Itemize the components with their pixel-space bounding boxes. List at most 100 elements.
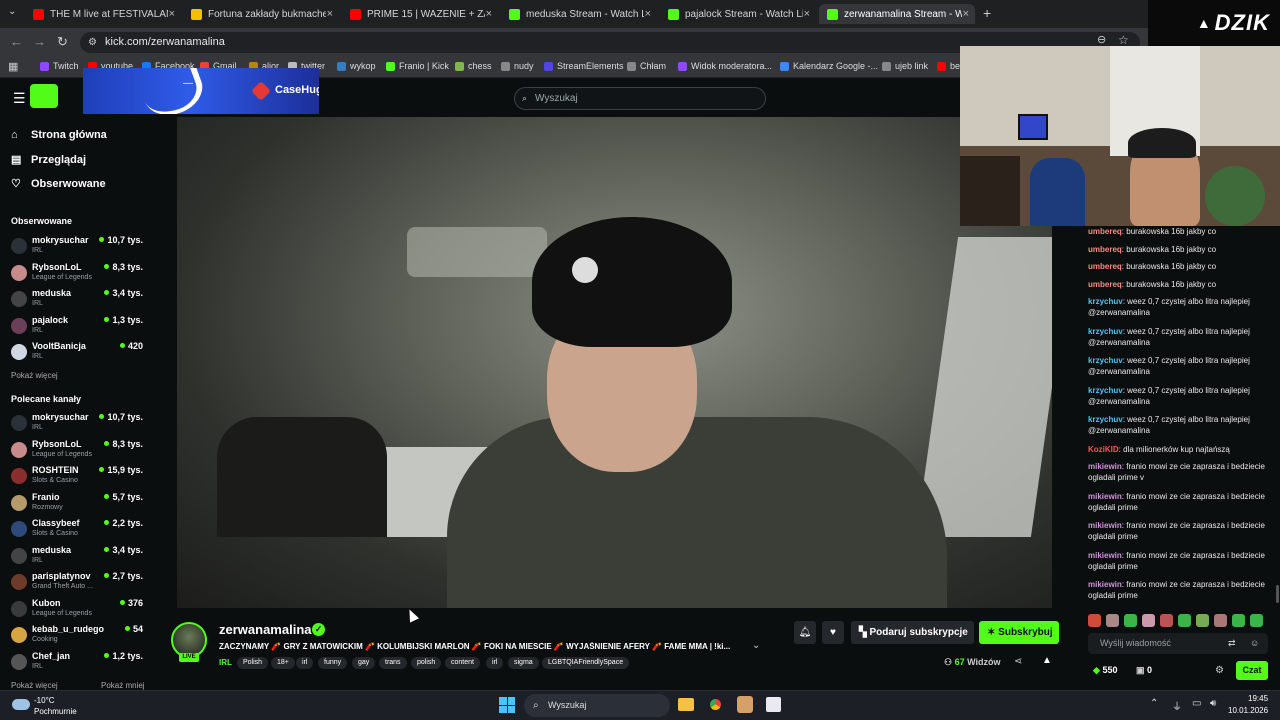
emoji-icon[interactable]: ☺ <box>1250 633 1259 654</box>
chat-username[interactable]: mikiewin <box>1088 492 1122 501</box>
sidebar-channel[interactable]: pajalock IRL 1,3 tys. <box>11 315 147 339</box>
chat-username[interactable]: krzychuv <box>1088 386 1123 395</box>
browser-tab[interactable]: meduska Stream - Watch Li × <box>501 4 657 24</box>
sidebar-channel[interactable]: mokrysuchar IRL 10,7 tys. <box>11 235 147 259</box>
notification-bell-button[interactable]: 🔔︎ <box>794 621 816 644</box>
back-icon[interactable]: ← <box>10 34 23 49</box>
sidebar-channel[interactable]: VooltBanicja IRL 420 <box>11 341 147 365</box>
tab-close-icon[interactable]: × <box>327 8 333 20</box>
sidebar-nav-item[interactable]: ▤ Przeglądaj <box>11 153 86 167</box>
app-icon[interactable] <box>737 696 753 713</box>
translate-icon[interactable]: ⇄ <box>1228 633 1236 654</box>
casehug-banner[interactable]: — CaseHug <box>83 68 319 114</box>
clock-date[interactable]: 10.01.2026 <box>1228 706 1268 715</box>
sidebar-channel[interactable]: kebab_u_rudego Cooking 54 <box>11 624 147 648</box>
sidebar-nav-item[interactable]: ♡ Obserwowane <box>11 177 106 191</box>
stream-tag[interactable]: gay <box>352 657 376 669</box>
chat-username[interactable]: umbereq <box>1088 245 1122 254</box>
search-input[interactable]: ⌕ Wyszukaj <box>514 87 766 110</box>
stream-tag[interactable]: content <box>445 657 480 669</box>
emote-icon[interactable] <box>1088 614 1101 627</box>
emote-icon[interactable] <box>1142 614 1155 627</box>
chat-username[interactable]: umbereq <box>1088 227 1122 236</box>
taskbar-search[interactable]: ⌕ Wyszukaj <box>524 694 670 717</box>
show-less-recommended[interactable]: Pokaż mniej <box>101 681 145 690</box>
emote-icon[interactable] <box>1178 614 1191 627</box>
zoom-icon[interactable]: ⊖ <box>1097 33 1106 46</box>
emote-icon[interactable] <box>1250 614 1263 627</box>
sidebar-channel[interactable]: Franio Rozmowy 5,7 tys. <box>11 492 147 516</box>
bookmark-item[interactable]: Kalendarz Google -... <box>780 61 878 71</box>
bookmark-item[interactable]: Widok moderatora... <box>678 61 772 71</box>
sidebar-channel[interactable]: Classybeef Slots & Casino 2,2 tys. <box>11 518 147 542</box>
reload-icon[interactable]: ↻ <box>57 34 68 50</box>
sidebar-nav-item[interactable]: ⌂ Strona główna <box>11 129 107 141</box>
chat-username[interactable]: umbereq <box>1088 262 1122 271</box>
sidebar-channel[interactable]: parisplatynov Grand Theft Auto ... 2,7 tys… <box>11 571 147 595</box>
bookmark-item[interactable]: Twitch <box>40 61 79 71</box>
stream-tag[interactable]: irl <box>486 657 504 669</box>
sidebar-channel[interactable]: meduska IRL 3,4 tys. <box>11 545 147 569</box>
tab-close-icon[interactable]: × <box>804 8 810 20</box>
snipping-tool-icon[interactable] <box>766 697 781 712</box>
chat-username[interactable]: krzychuv <box>1088 327 1123 336</box>
stream-tag[interactable]: funny <box>318 657 348 669</box>
emote-icon[interactable] <box>1214 614 1227 627</box>
video-player[interactable] <box>177 117 1052 608</box>
bookmark-item[interactable]: nudy <box>501 61 534 71</box>
clock-time[interactable]: 19:45 <box>1248 694 1268 703</box>
browser-tab[interactable]: THE M live at FESTIVALAND 20× <box>25 4 181 24</box>
kick-logo[interactable] <box>30 84 58 108</box>
sidebar-channel[interactable]: mokrysuchar IRL 10,7 tys. <box>11 412 147 436</box>
chat-username[interactable]: mikiewin <box>1088 521 1122 530</box>
share-icon[interactable]: ⋖ <box>1014 656 1022 667</box>
chat-username[interactable]: krzychuv <box>1088 297 1123 306</box>
stream-tag[interactable]: irl <box>296 657 314 669</box>
browser-tab[interactable]: zerwanamalina Stream - W × <box>819 4 975 24</box>
browser-tab[interactable]: pajalock Stream - Watch Live o× <box>660 4 816 24</box>
stream-tag[interactable]: sigma <box>508 657 539 669</box>
tab-close-icon[interactable]: × <box>169 8 175 20</box>
emote-icon[interactable] <box>1196 614 1209 627</box>
chat-username[interactable]: mikiewin <box>1088 551 1122 560</box>
stream-tag[interactable]: Polish <box>237 657 269 669</box>
drops-display[interactable]: ▣ 0 <box>1136 665 1152 676</box>
bookmark-item[interactable]: wykop <box>337 61 376 71</box>
tray-chevron-icon[interactable]: ⌃ <box>1150 698 1158 709</box>
tab-search-icon[interactable]: ⌄ <box>8 6 16 17</box>
report-icon[interactable]: ▲ <box>1042 655 1052 666</box>
file-explorer-icon[interactable] <box>678 698 694 711</box>
stream-category[interactable]: IRL <box>219 658 232 667</box>
gift-subs-button[interactable]: ▚ Podaruj subskrypcje <box>851 621 974 644</box>
hamburger-menu-icon[interactable]: ☰ <box>13 90 26 107</box>
stream-tag[interactable]: trans <box>379 657 407 669</box>
browser-tab[interactable]: Fortuna zakłady bukmacherskie× <box>183 4 339 24</box>
tab-close-icon[interactable]: × <box>963 8 969 20</box>
bookmark-item[interactable]: StreamElements <box>544 61 624 71</box>
emote-icon[interactable] <box>1124 614 1137 627</box>
sidebar-channel[interactable]: meduska IRL 3,4 tys. <box>11 288 147 312</box>
chrome-icon[interactable] <box>707 696 724 713</box>
bookmark-item[interactable]: ujeb link <box>882 61 928 71</box>
stream-tag[interactable]: polish <box>411 657 442 669</box>
tab-close-icon[interactable]: × <box>645 8 651 20</box>
volume-icon[interactable]: 🔊︎ <box>1210 698 1216 709</box>
bookmark-item[interactable]: be <box>937 61 960 71</box>
emote-icon[interactable] <box>1232 614 1245 627</box>
bookmark-star-icon[interactable]: ☆ <box>1118 33 1129 47</box>
microphone-icon[interactable]: ⏚ <box>1172 698 1182 713</box>
chat-username[interactable]: mikiewin <box>1088 580 1122 589</box>
sidebar-channel[interactable]: Chef_jan IRL 1,2 tys. <box>11 651 147 675</box>
bookmark-item[interactable]: Franio | Kick <box>386 61 449 71</box>
bookmark-item[interactable]: chess <box>455 61 492 71</box>
show-more-followed[interactable]: Pokaż więcej <box>11 371 58 380</box>
sidebar-channel[interactable]: ROSHTEIN Slots & Casino 15,9 tys. <box>11 465 147 489</box>
chat-settings-icon[interactable]: ⚙ <box>1215 665 1224 676</box>
chat-username[interactable]: krzychuv <box>1088 356 1123 365</box>
chat-scrollbar[interactable] <box>1276 585 1279 603</box>
site-info-icon[interactable]: ⚙ <box>88 32 97 53</box>
network-icon[interactable]: ▭ <box>1192 698 1201 709</box>
browser-tab[interactable]: PRIME 15 | WAŻENIE + ZADYM× <box>342 4 498 24</box>
channel-name[interactable]: zerwanamalina <box>219 622 312 637</box>
sidebar-channel[interactable]: RybsonLoL League of Legends 8,3 tys. <box>11 439 147 463</box>
